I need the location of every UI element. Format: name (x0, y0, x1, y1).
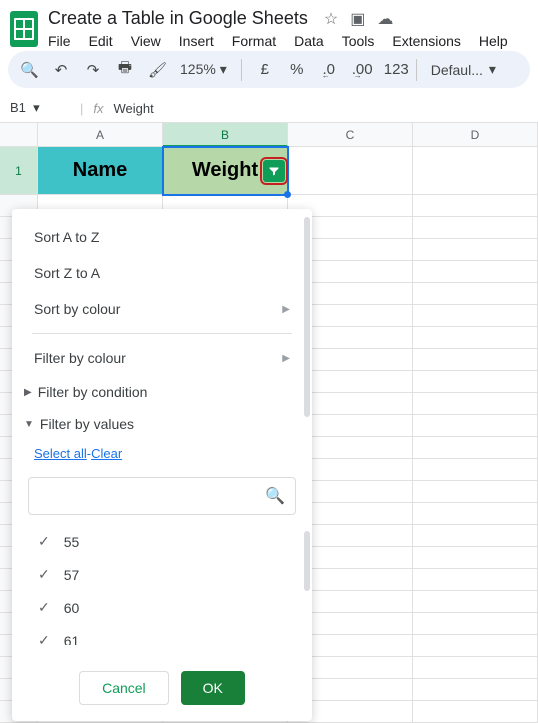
toolbar: 🔍 ↶ ↷ 🖶 🖌 125% ▾ £ % .0← .00→ 123 Defaul… (8, 51, 530, 88)
cell[interactable] (413, 635, 538, 657)
sort-by-colour[interactable]: Sort by colour▶ (12, 291, 312, 327)
cell[interactable] (413, 569, 538, 591)
check-icon: ✓ (38, 566, 50, 583)
cell[interactable] (413, 679, 538, 701)
increase-decimal-icon[interactable]: .00→ (352, 61, 370, 78)
cell-c1[interactable] (288, 147, 413, 195)
cell[interactable] (413, 415, 538, 437)
menu-data[interactable]: Data (294, 33, 324, 49)
cell[interactable] (413, 503, 538, 525)
font-select[interactable]: Defaul... ▾ (431, 61, 496, 78)
undo-icon[interactable]: ↶ (52, 61, 70, 79)
menu-format[interactable]: Format (232, 33, 276, 49)
currency-icon[interactable]: £ (256, 61, 274, 78)
fx-icon: fx (93, 101, 103, 116)
star-icon[interactable]: ☆ (324, 9, 338, 29)
cell-d1[interactable] (413, 147, 538, 195)
filter-value-item[interactable]: ✓57 (28, 558, 296, 591)
chevron-right-icon: ▶ (282, 304, 290, 315)
filter-value-item[interactable]: ✓55 (28, 525, 296, 558)
menu-edit[interactable]: Edit (89, 33, 113, 49)
ok-button[interactable]: OK (181, 671, 245, 705)
formula-bar[interactable]: Weight (114, 101, 154, 116)
cell-b1-text: Weight (192, 159, 258, 182)
col-header-c[interactable]: C (288, 123, 413, 147)
select-all-link[interactable]: Select all (34, 446, 87, 461)
more-formats-icon[interactable]: 123 (384, 61, 402, 78)
cell[interactable] (413, 349, 538, 371)
cell[interactable] (413, 459, 538, 481)
cell[interactable] (413, 701, 538, 723)
cell[interactable] (413, 327, 538, 349)
filter-search-input[interactable] (29, 488, 295, 504)
sheets-app-icon[interactable] (10, 11, 38, 47)
cell-b1[interactable]: Weight (163, 147, 288, 195)
filter-menu: Sort A to Z Sort Z to A Sort by colour▶ … (12, 209, 312, 721)
filter-icon (268, 165, 280, 177)
filter-by-condition[interactable]: ▶Filter by condition (12, 376, 312, 408)
clear-link[interactable]: Clear (91, 446, 122, 461)
row-header-1[interactable]: 1 (0, 147, 38, 195)
redo-icon[interactable]: ↷ (84, 61, 102, 79)
percent-icon[interactable]: % (288, 61, 306, 78)
cell[interactable] (413, 657, 538, 679)
search-icon[interactable]: 🔍 (20, 61, 38, 79)
filter-search[interactable]: 🔍 (28, 477, 296, 515)
decrease-decimal-icon[interactable]: .0← (320, 61, 338, 78)
menu-extensions[interactable]: Extensions (392, 33, 460, 49)
menu-scrollbar[interactable] (304, 217, 310, 417)
filter-value-item[interactable]: ✓60 (28, 591, 296, 624)
check-icon: ✓ (38, 632, 50, 645)
cell[interactable] (413, 547, 538, 569)
selection-handle[interactable] (284, 191, 291, 198)
paint-format-icon[interactable]: 🖌 (148, 61, 166, 79)
cell[interactable] (413, 437, 538, 459)
cell[interactable] (413, 613, 538, 635)
menu-help[interactable]: Help (479, 33, 508, 49)
cell[interactable] (413, 591, 538, 613)
cell[interactable] (413, 371, 538, 393)
select-all-corner[interactable] (0, 123, 38, 147)
filter-value-item[interactable]: ✓61 (28, 624, 296, 645)
cell[interactable] (413, 525, 538, 547)
cell[interactable] (413, 261, 538, 283)
menu-view[interactable]: View (131, 33, 161, 49)
cell[interactable] (413, 195, 538, 217)
cell[interactable] (413, 217, 538, 239)
caret-down-icon: ▼ (24, 419, 34, 430)
cell[interactable] (413, 283, 538, 305)
cell-a1[interactable]: Name (38, 147, 163, 195)
document-title[interactable]: Create a Table in Google Sheets (48, 8, 308, 29)
sort-z-a[interactable]: Sort Z to A (12, 255, 312, 291)
menu-insert[interactable]: Insert (179, 33, 214, 49)
col-header-d[interactable]: D (413, 123, 538, 147)
chevron-right-icon: ▶ (282, 353, 290, 364)
cancel-button[interactable]: Cancel (79, 671, 169, 705)
menu-tools[interactable]: Tools (342, 33, 375, 49)
check-icon: ✓ (38, 533, 50, 550)
sort-a-z[interactable]: Sort A to Z (12, 219, 312, 255)
cell[interactable] (413, 239, 538, 261)
cell[interactable] (413, 305, 538, 327)
search-icon: 🔍 (265, 486, 285, 506)
check-icon: ✓ (38, 599, 50, 616)
move-folder-icon[interactable]: ▣ (350, 9, 365, 29)
filter-button[interactable] (263, 160, 285, 182)
values-scrollbar[interactable] (304, 531, 310, 591)
filter-by-values[interactable]: ▼Filter by values (12, 408, 312, 440)
print-icon[interactable]: 🖶 (116, 57, 134, 82)
cloud-status-icon: ☁ (377, 9, 393, 29)
menu-file[interactable]: File (48, 33, 71, 49)
filter-by-colour[interactable]: Filter by colour▶ (12, 340, 312, 376)
cell[interactable] (413, 393, 538, 415)
name-box[interactable]: B1 ▾ (10, 100, 70, 116)
caret-right-icon: ▶ (24, 387, 32, 398)
zoom-level[interactable]: 125% ▾ (180, 61, 227, 78)
cell[interactable] (413, 481, 538, 503)
col-header-b[interactable]: B (163, 123, 288, 147)
col-header-a[interactable]: A (38, 123, 163, 147)
